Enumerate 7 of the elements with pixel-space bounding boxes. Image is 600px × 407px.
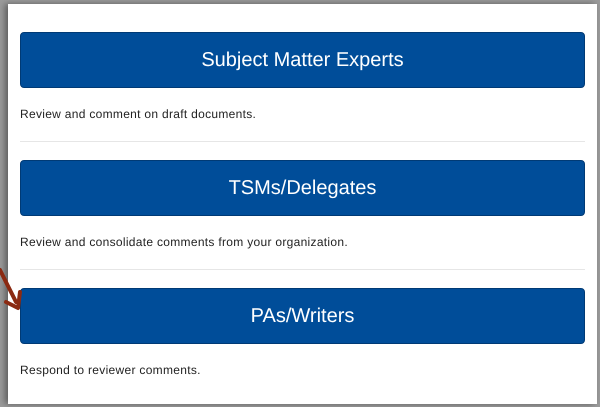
role-button[interactable]: TSMs/Delegates <box>20 160 585 216</box>
role-description: Review and comment on draft documents. <box>20 106 258 123</box>
role-description: Review and consolidate comments from your organization. <box>20 234 349 251</box>
role-button[interactable]: PAs/Writers <box>20 288 585 344</box>
pointer-arrow <box>0 266 22 312</box>
role-button[interactable]: Subject Matter Experts <box>20 32 585 88</box>
role-description: Respond to reviewer comments. <box>20 362 202 379</box>
